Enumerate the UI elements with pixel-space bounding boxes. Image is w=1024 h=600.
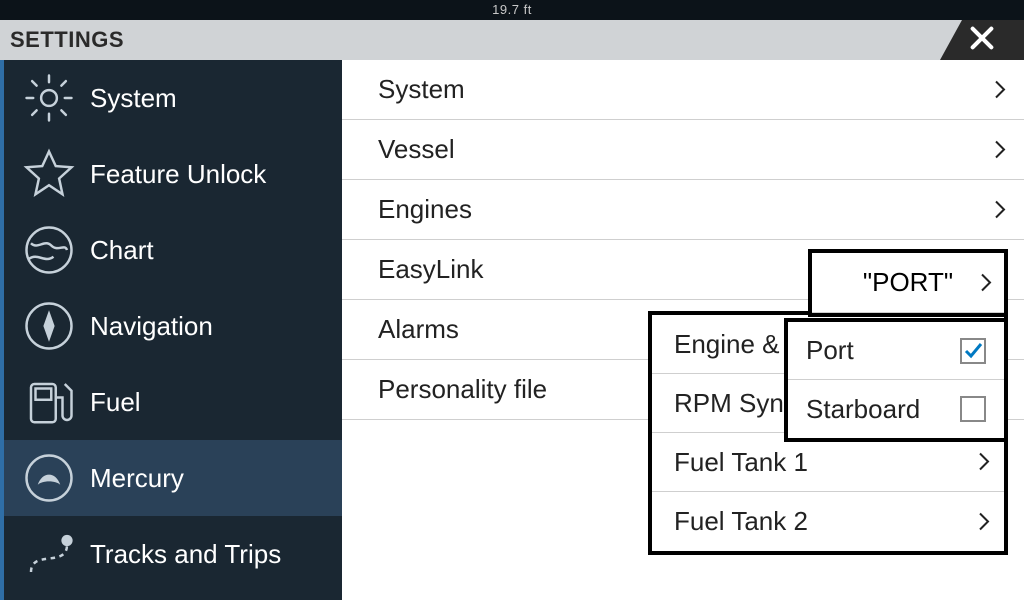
row-engines[interactable]: Engines	[342, 180, 1024, 240]
chevron-right-icon	[995, 74, 1006, 105]
row-label: Alarms	[378, 314, 459, 345]
sidebar-item-label: Navigation	[90, 311, 213, 342]
chevron-right-icon	[995, 134, 1006, 165]
row-system[interactable]: System	[342, 60, 1024, 120]
row-vessel[interactable]: Vessel	[342, 120, 1024, 180]
option-starboard[interactable]: Starboard	[788, 380, 1004, 438]
sidebar-item-navigation[interactable]: Navigation	[4, 288, 342, 364]
mercury-logo-icon	[22, 451, 76, 505]
compass-icon	[22, 299, 76, 353]
sidebar-item-label: Chart	[90, 235, 154, 266]
port-header-row: "PORT"	[812, 253, 1004, 313]
option-label: Starboard	[806, 394, 920, 425]
sidebar-item-label: Fuel	[90, 387, 141, 418]
gear-icon	[22, 71, 76, 125]
checkbox-unchecked-icon	[960, 396, 986, 422]
settings-detail-panel: System Vessel Engines EasyLink Alarms Pe…	[342, 60, 1024, 600]
close-icon	[968, 24, 996, 57]
depth-readout: 19.7 ft	[492, 2, 532, 17]
sidebar-item-tracks-and-trips[interactable]: Tracks and Trips	[4, 516, 342, 592]
row-label: EasyLink	[378, 254, 484, 285]
sidebar-item-system[interactable]: System	[4, 60, 342, 136]
fuel-pump-icon	[22, 375, 76, 429]
settings-header: SETTINGS	[0, 20, 1024, 60]
globe-icon	[22, 223, 76, 277]
close-button[interactable]	[940, 20, 1024, 60]
row-label: Engines	[378, 194, 472, 225]
submenu-row-fuel-tank-2[interactable]: Fuel Tank 2	[652, 492, 1004, 551]
option-port[interactable]: Port	[788, 322, 1004, 380]
side-select-popup: Port Starboard	[784, 318, 1008, 442]
chevron-right-icon	[979, 506, 990, 537]
row-label: RPM Syn	[674, 388, 784, 419]
sidebar-item-label: Feature Unlock	[90, 159, 266, 190]
settings-sidebar: System Feature Unlock Chart Navigation F	[0, 60, 342, 600]
sidebar-item-chart[interactable]: Chart	[4, 212, 342, 288]
chevron-right-icon	[995, 194, 1006, 225]
row-label: Personality file	[378, 374, 547, 405]
port-header-popup[interactable]: "PORT"	[808, 249, 1008, 317]
sidebar-item-label: System	[90, 83, 177, 114]
row-label: Engine &	[674, 329, 780, 360]
option-label: Port	[806, 335, 854, 366]
row-label: Vessel	[378, 134, 455, 165]
sidebar-item-label: Tracks and Trips	[90, 539, 281, 570]
row-label: Fuel Tank 1	[674, 447, 808, 478]
sidebar-item-mercury[interactable]: Mercury	[4, 440, 342, 516]
chevron-right-icon	[981, 267, 992, 298]
route-icon	[22, 527, 76, 581]
row-label: "PORT"	[863, 267, 953, 298]
sidebar-item-feature-unlock[interactable]: Feature Unlock	[4, 136, 342, 212]
chevron-right-icon	[979, 447, 990, 478]
row-label: Fuel Tank 2	[674, 506, 808, 537]
row-label: System	[378, 74, 465, 105]
sidebar-item-label: Mercury	[90, 463, 184, 494]
star-icon	[22, 147, 76, 201]
status-bar: 19.7 ft	[0, 0, 1024, 20]
checkbox-checked-icon	[960, 338, 986, 364]
page-title: SETTINGS	[0, 27, 124, 53]
sidebar-item-fuel[interactable]: Fuel	[4, 364, 342, 440]
